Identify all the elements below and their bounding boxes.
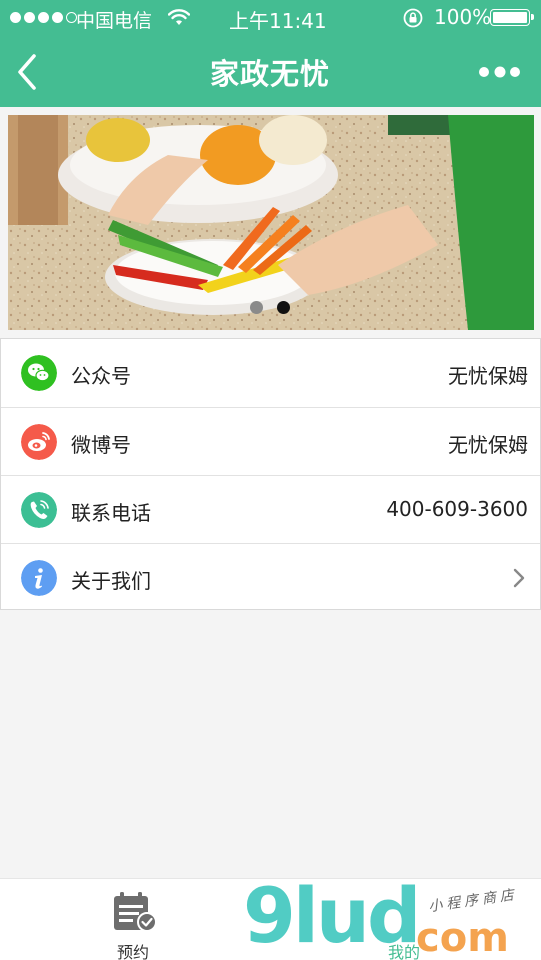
list-item-weibo[interactable]: 微博号 无忧保姆 [1, 407, 540, 475]
list-item-value: 400-609-3600 [386, 497, 528, 521]
header: 中国电信 上午11:41 100% 家政无忧 [0, 0, 541, 107]
clock: 上午11:41 [229, 9, 327, 33]
watermark-domain: com [416, 915, 509, 960]
wifi-icon [168, 9, 190, 25]
chevron-right-icon [513, 568, 525, 588]
carrier-name: 中国电信 [76, 10, 153, 32]
tab-booking-label: 预约 [117, 943, 150, 960]
banner-image [8, 115, 534, 330]
info-icon [21, 560, 57, 596]
weibo-icon [21, 424, 57, 460]
list-item-phone[interactable]: 联系电话 400-609-3600 [1, 475, 540, 543]
tab-booking[interactable]: 预约 [80, 879, 190, 960]
calendar-check-icon [114, 892, 157, 932]
list-item-label: 关于我们 [71, 569, 151, 593]
chevron-left-icon[interactable] [12, 52, 46, 92]
phone-icon [21, 492, 57, 528]
battery-icon [490, 9, 534, 26]
wechat-icon [21, 355, 57, 391]
list-item-value: 无忧保姆 [448, 433, 528, 457]
rotation-lock-icon [403, 8, 423, 28]
page-title: 家政无忧 [209, 57, 330, 91]
banner-carousel[interactable] [8, 115, 534, 330]
list-item-value: 无忧保姆 [448, 364, 528, 388]
more-dots-icon[interactable] [478, 62, 522, 82]
carousel-dot-1[interactable] [250, 301, 263, 314]
list-item-label: 微博号 [71, 433, 131, 457]
info-list: 公众号 无忧保姆 微博号 无忧保姆 联系电话 400-609-3600 关于我们 [0, 338, 541, 610]
list-item-label: 公众号 [71, 364, 131, 388]
watermark-logo: 9lud [243, 871, 421, 960]
list-item-wechat[interactable]: 公众号 无忧保姆 [1, 339, 540, 407]
carousel-dot-2-active[interactable] [277, 301, 290, 314]
signal-icon [10, 12, 77, 23]
list-item-label: 联系电话 [71, 501, 151, 525]
status-bar: 中国电信 上午11:41 100% [0, 0, 541, 36]
battery-percent: 100% [434, 5, 492, 29]
list-item-about[interactable]: 关于我们 [1, 543, 540, 611]
